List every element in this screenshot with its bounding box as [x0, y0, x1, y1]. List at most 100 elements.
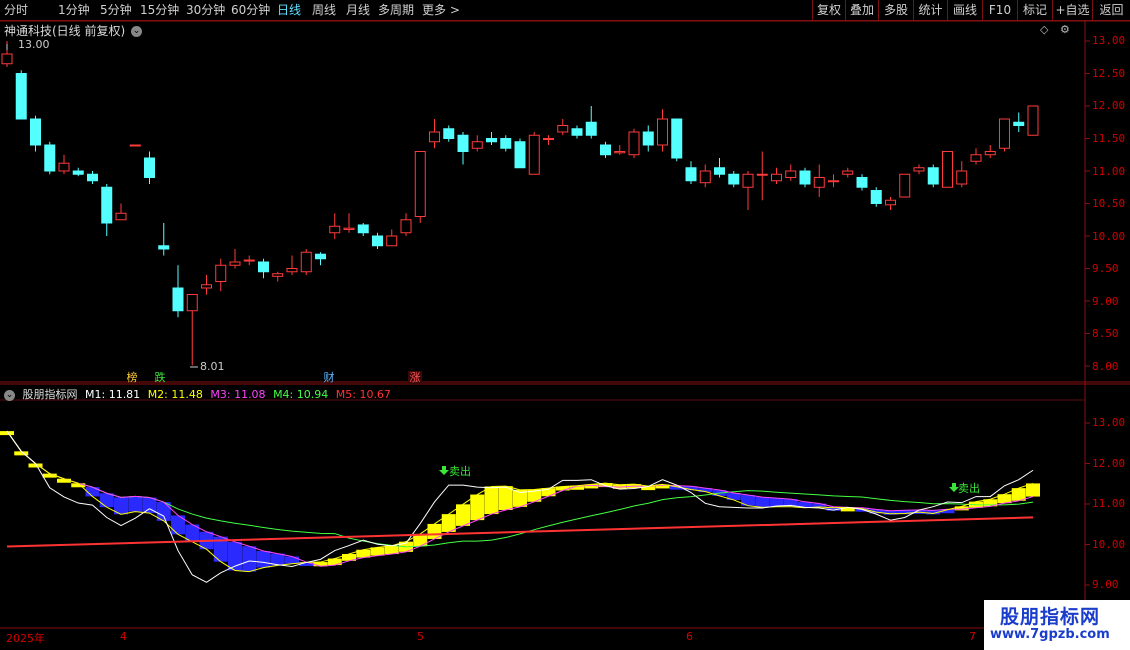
candle-body	[585, 121, 597, 136]
indicator-axis-ticks	[1085, 422, 1090, 586]
indicator-tick-label: 12.00	[1092, 457, 1126, 470]
candle-body	[699, 170, 711, 184]
candle-body	[101, 186, 113, 224]
price-axis-ticks	[1085, 40, 1090, 367]
candle-body	[927, 167, 939, 185]
candle-body	[486, 138, 497, 143]
ribbon-block	[484, 486, 499, 515]
candle-body	[828, 180, 839, 183]
indicator-tick-label: 11.00	[1092, 497, 1126, 510]
candle-body	[343, 227, 355, 230]
date-tick-label: 5	[417, 630, 424, 643]
candle-body	[158, 245, 170, 250]
candle-body	[856, 177, 868, 188]
candle-body	[1013, 121, 1025, 126]
candle-body	[229, 261, 241, 266]
chevron-down-icon[interactable]: ⌄	[4, 389, 15, 401]
marker-die[interactable]: 跌	[153, 371, 167, 385]
candle-body	[400, 219, 412, 234]
candle-body	[557, 125, 569, 133]
candle-body	[913, 167, 925, 172]
candle-body	[514, 141, 526, 169]
indicator-lines	[0, 430, 1040, 583]
candle-body	[15, 73, 27, 120]
sell-signal-arrows	[439, 466, 959, 492]
chart-canvas[interactable]	[0, 0, 1130, 650]
sell-label: 卖出	[958, 482, 980, 495]
candle-body	[899, 173, 911, 198]
chevron-down-icon[interactable]: ⌄	[131, 26, 143, 37]
price-tick-label: 8.50	[1092, 327, 1119, 340]
candle-body	[600, 144, 611, 156]
indicator-tick-label: 13.00	[1092, 416, 1126, 429]
candle-body	[443, 128, 455, 139]
candle-body	[115, 212, 127, 221]
candle-body	[813, 177, 825, 188]
ribbon-block	[498, 486, 513, 511]
settings-icon[interactable]: ⚙	[1060, 23, 1070, 36]
candle-body	[315, 253, 326, 260]
date-tick-label: 7	[969, 630, 976, 643]
candle-body	[471, 141, 483, 149]
stock-title[interactable]: 神通科技(日线 前复权) ⌄	[4, 22, 143, 39]
candle-body	[984, 151, 996, 156]
candle-body	[970, 154, 982, 162]
candle-body	[386, 235, 398, 247]
ribbon-block	[128, 496, 143, 512]
candle-body	[799, 170, 811, 185]
price-tick-label: 8.00	[1092, 360, 1119, 373]
marker-bang[interactable]: 榜	[125, 371, 139, 385]
candle-body	[999, 118, 1010, 149]
candle-body	[642, 131, 654, 146]
ribbon-block	[99, 493, 114, 508]
candle-body	[714, 167, 725, 175]
candle-body	[30, 118, 41, 146]
marker-cai[interactable]: 财	[322, 371, 336, 385]
candle-body	[842, 170, 854, 175]
price-tick-label: 12.00	[1092, 99, 1126, 112]
candle-body	[72, 170, 84, 175]
price-tick-label: 9.50	[1092, 262, 1119, 275]
date-tick-label: 4	[120, 630, 127, 643]
candle-body	[685, 167, 697, 182]
price-tick-label: 13.00	[1092, 34, 1126, 47]
stock-title-text: 神通科技(日线 前复权)	[4, 24, 126, 38]
indicator-name[interactable]: 股朋指标网	[23, 388, 78, 401]
candle-body	[742, 173, 754, 188]
m1-value: M1: 11.81	[85, 388, 141, 401]
diamond-icon[interactable]: ◇	[1040, 23, 1048, 36]
m3-value: M3: 11.08	[210, 388, 266, 401]
candlestick-series	[1, 41, 1039, 366]
indicator-tick-label: 10.00	[1092, 538, 1126, 551]
high-price-label: 13.00	[18, 38, 50, 51]
candle-body	[785, 170, 797, 178]
candle-body	[571, 128, 583, 136]
m5-value: M5: 10.67	[335, 388, 391, 401]
date-tick-label: 2025年	[6, 632, 45, 645]
candle-body	[457, 134, 469, 152]
ribbon-block	[755, 497, 770, 508]
candle-body	[956, 170, 968, 185]
price-tick-label: 12.50	[1092, 67, 1126, 80]
price-tick-label: 9.00	[1092, 295, 1119, 308]
candle-body	[429, 131, 440, 143]
candle-body	[58, 162, 70, 172]
watermark-title: 股朋指标网	[1000, 606, 1101, 628]
candle-body	[44, 144, 56, 172]
sell-label: 卖出	[449, 465, 471, 478]
candle-body	[500, 138, 512, 149]
m4-value: M4: 10.94	[273, 388, 329, 401]
candle-body	[87, 173, 98, 182]
candle-body	[357, 224, 369, 234]
candle-body	[186, 294, 198, 312]
m2-value: M2: 11.48	[147, 388, 203, 401]
candle-body	[942, 151, 953, 188]
price-tick-label: 10.50	[1092, 197, 1126, 210]
price-tick-label: 11.50	[1092, 132, 1126, 145]
indicator-header: ⌄ 股朋指标网 M1: 11.81 M2: 11.48 M3: 11.08 M4…	[4, 386, 395, 402]
price-tick-label: 10.00	[1092, 230, 1126, 243]
m5-line	[6, 516, 1034, 548]
marker-zhang[interactable]: 涨	[408, 371, 422, 385]
watermark-url: www.7gpzb.com	[990, 627, 1110, 642]
candle-body	[129, 144, 141, 147]
